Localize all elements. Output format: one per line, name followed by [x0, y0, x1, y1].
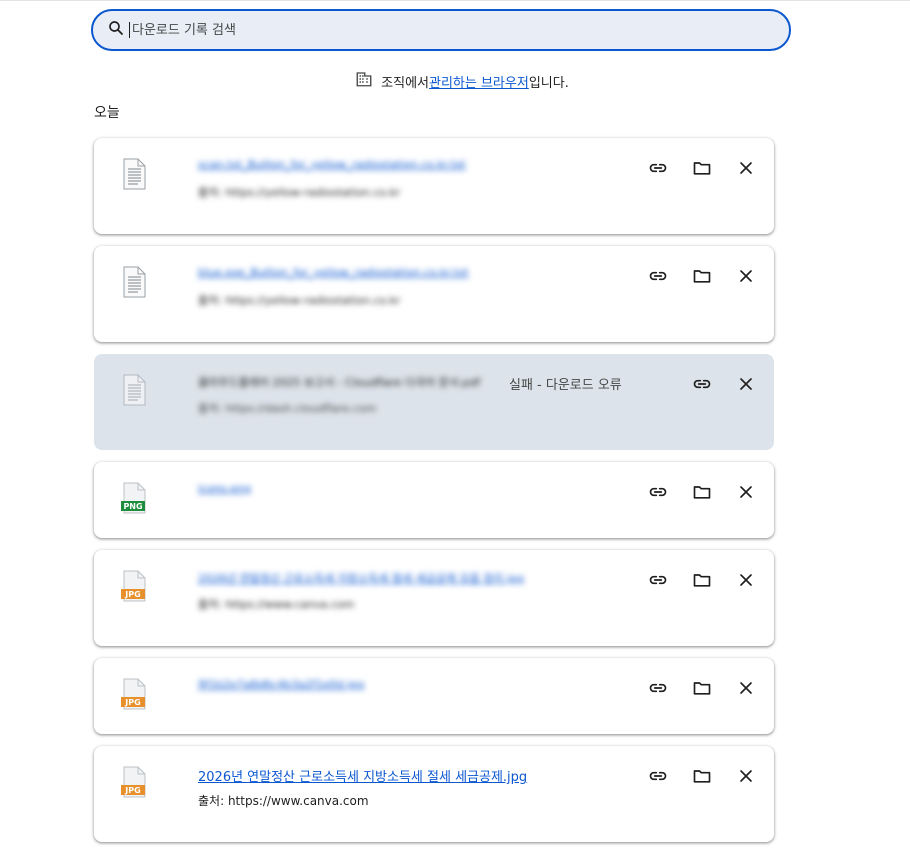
show-in-folder-icon[interactable]: [691, 677, 713, 699]
building-icon: [355, 70, 381, 92]
file-name-link[interactable]: icons.png: [198, 482, 251, 495]
download-item: 클라우드플레어 2025 보고서 - Cloudflare 다국어 문서.pdf…: [94, 354, 774, 450]
file-name-link[interactable]: 9f1b2e7a8d6c4b3a2f1e0d.jpg: [198, 678, 364, 691]
remove-icon[interactable]: [735, 373, 757, 395]
png-file-icon: PNG: [120, 482, 148, 514]
managed-prefix: 조직에서: [381, 75, 429, 91]
file-source: 출처: https://dash.cloudflare.com: [198, 402, 377, 415]
copy-link-icon[interactable]: [691, 373, 713, 395]
item-actions: [647, 481, 757, 503]
copy-link-icon[interactable]: [647, 265, 669, 287]
search-icon: [107, 19, 125, 41]
remove-icon[interactable]: [735, 481, 757, 503]
show-in-folder-icon[interactable]: [691, 569, 713, 591]
jpg-file-icon: JPG: [120, 570, 148, 602]
download-item: blue.exe_Bullion_for_yellow_radiostation…: [94, 246, 774, 342]
copy-link-icon[interactable]: [647, 157, 669, 179]
jpg-file-icon: JPG: [120, 766, 148, 798]
show-in-folder-icon[interactable]: [691, 265, 713, 287]
download-status: 실패 - 다운로드 오류: [509, 378, 622, 393]
item-actions: [647, 569, 757, 591]
text-file-icon: [120, 266, 148, 298]
search-box[interactable]: [91, 9, 791, 51]
item-actions: [647, 677, 757, 699]
download-item: PNG icons.png: [94, 462, 774, 538]
text-file-icon: [120, 158, 148, 190]
managed-browser-notice: 조직에서 관리하는 브라우저 입니다.: [0, 70, 910, 92]
top-divider: [0, 0, 910, 1]
show-in-folder-icon[interactable]: [691, 765, 713, 787]
svg-text:JPG: JPG: [124, 698, 140, 707]
managed-link[interactable]: 관리하는 브라우저: [429, 72, 529, 91]
remove-icon[interactable]: [735, 765, 757, 787]
copy-link-icon[interactable]: [647, 677, 669, 699]
managed-suffix: 입니다.: [528, 75, 569, 91]
item-actions: [647, 765, 757, 787]
remove-icon[interactable]: [735, 677, 757, 699]
item-actions: [647, 157, 757, 179]
download-item: JPG 2026년 연말정산 근로소득세 지방소득세 절세 세금공제 모음 정리.…: [94, 550, 774, 646]
file-source: 출처: https://www.canva.com: [198, 598, 355, 611]
file-name-link: 클라우드플레어 2025 보고서 - Cloudflare 다국어 문서.pdf: [198, 376, 481, 389]
file-source: 출처: https://yellow-radiostation.co.kr: [198, 186, 401, 199]
remove-icon[interactable]: [735, 569, 757, 591]
show-in-folder-icon[interactable]: [691, 157, 713, 179]
show-in-folder-icon[interactable]: [691, 481, 713, 503]
download-item: scan.txt_Bullion_for_yellow_radiostation…: [94, 138, 774, 234]
date-header: 오늘: [94, 105, 120, 121]
text-file-icon: [120, 374, 148, 406]
file-name-link[interactable]: 2026년 연말정산 근로소득세 지방소득세 절세 세금공제.jpg: [198, 766, 527, 785]
svg-text:JPG: JPG: [124, 590, 140, 599]
file-source: 출처: https://yellow-radiostation.co.kr: [198, 294, 401, 307]
copy-link-icon[interactable]: [647, 569, 669, 591]
file-name-link[interactable]: 2026년 연말정산 근로소득세 지방소득세 절세 세금공제 모음 정리.jpg: [198, 570, 524, 586]
item-actions: [691, 373, 757, 395]
file-source: 출처: https://www.canva.com: [198, 794, 369, 808]
copy-link-icon[interactable]: [647, 765, 669, 787]
remove-icon[interactable]: [735, 157, 757, 179]
file-name-link[interactable]: scan.txt_Bullion_for_yellow_radiostation…: [198, 158, 466, 171]
svg-text:JPG: JPG: [124, 786, 140, 795]
item-actions: [647, 265, 757, 287]
download-item: JPG 2026년 연말정산 근로소득세 지방소득세 절세 세금공제.jpg 출처:…: [94, 746, 774, 842]
file-name-link[interactable]: blue.exe_Bullion_for_yellow_radiostation…: [198, 266, 468, 279]
copy-link-icon[interactable]: [647, 481, 669, 503]
svg-text:PNG: PNG: [123, 502, 142, 511]
search-input[interactable]: [129, 22, 729, 38]
download-item: JPG 9f1b2e7a8d6c4b3a2f1e0d.jpg: [94, 658, 774, 734]
jpg-file-icon: JPG: [120, 678, 148, 710]
remove-icon[interactable]: [735, 265, 757, 287]
